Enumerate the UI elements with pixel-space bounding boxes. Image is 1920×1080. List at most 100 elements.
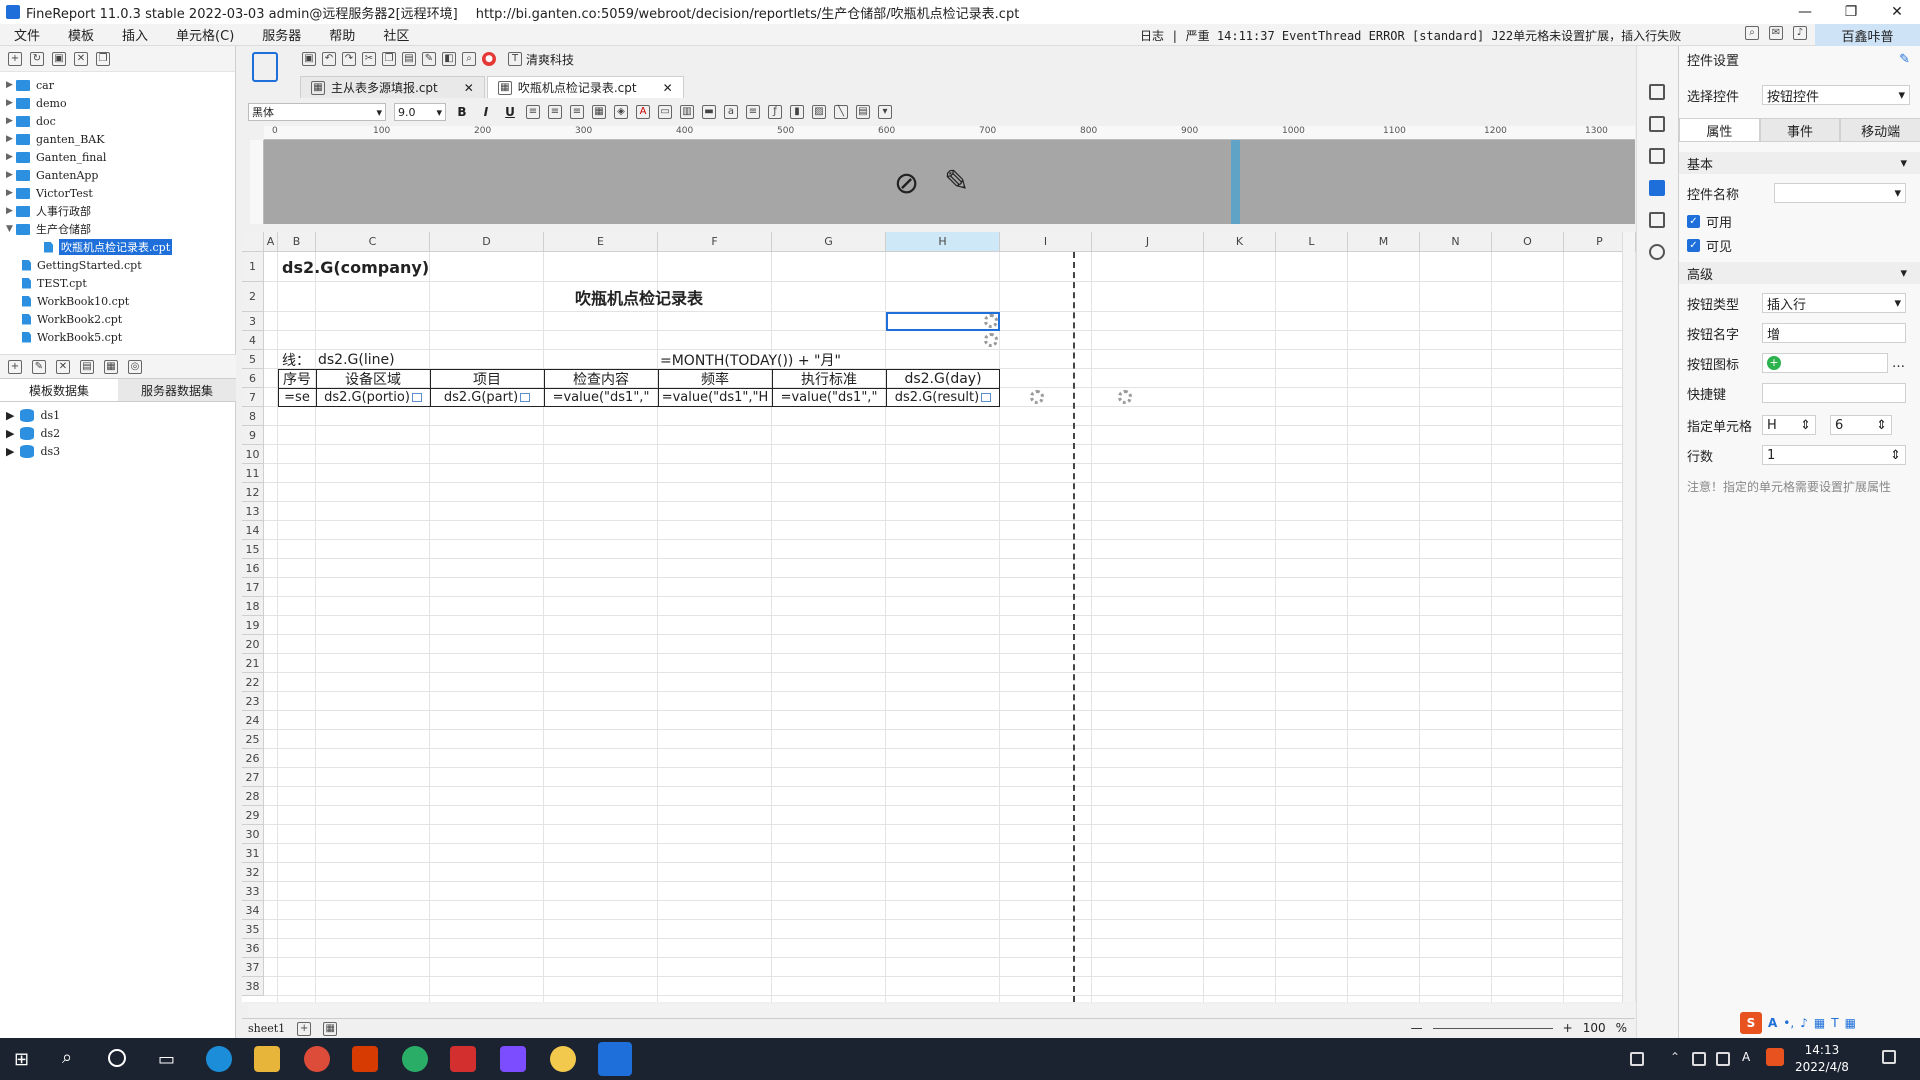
data-column-icon[interactable]: [1649, 212, 1665, 228]
copy-icon[interactable]: ❐: [96, 51, 110, 66]
gear-icon[interactable]: [984, 314, 998, 328]
tree-item[interactable]: GettingStarted.cpt: [0, 256, 235, 274]
search-icon[interactable]: ⌕: [1745, 26, 1759, 40]
horizontal-scrollbar[interactable]: [248, 1004, 1635, 1018]
font-size-select[interactable]: 9.0 ▾: [394, 103, 446, 121]
condition-attribute-icon[interactable]: [1649, 116, 1665, 132]
spinner-icon[interactable]: ⇕: [1800, 418, 1811, 433]
search-replace-icon[interactable]: ⌕: [462, 52, 476, 66]
expand-arrow-icon[interactable]: ▶: [6, 170, 16, 180]
tree-item[interactable]: ▶ car: [0, 76, 235, 94]
tree-item[interactable]: ▶ 人事行政部: [0, 202, 235, 220]
edit-icon[interactable]: ✎: [1899, 52, 1910, 67]
notification-icon[interactable]: ●: [482, 52, 496, 66]
maximize-button[interactable]: ❐: [1828, 0, 1874, 24]
tree-item[interactable]: TEST.cpt: [0, 274, 235, 292]
row-header[interactable]: 13: [242, 502, 264, 521]
skin-icon[interactable]: T: [1831, 1016, 1838, 1030]
sheet-tab[interactable]: sheet1: [248, 1022, 285, 1035]
row-header[interactable]: 9: [242, 426, 264, 445]
row-header[interactable]: 30: [242, 825, 264, 844]
tab-template-datasets[interactable]: 模板数据集: [0, 379, 118, 401]
expand-arrow-icon[interactable]: ▶: [6, 152, 16, 162]
cortana-icon[interactable]: [108, 1049, 126, 1067]
zoom-in-button[interactable]: +: [1563, 1021, 1573, 1035]
column-header[interactable]: F: [658, 232, 772, 252]
row-header[interactable]: 7: [242, 388, 264, 407]
gear-icon[interactable]: [1030, 390, 1044, 404]
zoom-slider[interactable]: [1432, 1027, 1553, 1029]
vertical-scrollbar[interactable]: [1622, 232, 1635, 1002]
wrap-text-icon[interactable]: ≡: [746, 105, 760, 119]
tab-document[interactable]: ▦ 主从表多源填报.cpt ✕: [300, 76, 485, 98]
preview-icon[interactable]: ◧: [442, 52, 456, 66]
notification-center-icon[interactable]: [1882, 1050, 1896, 1064]
delete-dataset-icon[interactable]: ✕: [56, 359, 70, 374]
font-color-icon[interactable]: A: [636, 105, 650, 119]
new-folder-icon[interactable]: +: [8, 51, 22, 66]
row-header[interactable]: 6: [242, 369, 264, 388]
more-options-button[interactable]: …: [1892, 356, 1905, 371]
row-header[interactable]: 20: [242, 635, 264, 654]
widget-settings-icon[interactable]: [1649, 180, 1665, 196]
file-explorer-icon[interactable]: [254, 1046, 280, 1072]
format-painter-icon[interactable]: ✎: [422, 52, 436, 66]
row-header[interactable]: 16: [242, 559, 264, 578]
clock[interactable]: 14:13 2022/4/8: [1795, 1042, 1849, 1076]
target-cell-column-input[interactable]: H ⇕: [1762, 415, 1816, 435]
align-left-icon[interactable]: ≡: [526, 105, 540, 119]
column-header[interactable]: E: [544, 232, 658, 252]
hyperlink-icon[interactable]: [1649, 244, 1665, 260]
office-icon[interactable]: [352, 1046, 378, 1072]
punctuation-icon[interactable]: •,: [1783, 1016, 1794, 1030]
brand-button[interactable]: T 清爽科技: [508, 51, 574, 68]
row-header[interactable]: 36: [242, 939, 264, 958]
finereport-taskbar-icon[interactable]: [598, 1042, 632, 1076]
row-header[interactable]: 25: [242, 730, 264, 749]
expand-arrow-icon[interactable]: ▶: [6, 116, 16, 126]
ime-indicator[interactable]: A: [1742, 1050, 1750, 1064]
tree-item[interactable]: ▶ doc: [0, 112, 235, 130]
hotkey-input[interactable]: [1762, 383, 1906, 403]
save-icon[interactable]: ▣: [302, 52, 316, 66]
border-icon[interactable]: ▦: [592, 105, 606, 119]
edge-icon[interactable]: [206, 1046, 232, 1072]
visible-checkbox-row[interactable]: ✓ 可见: [1687, 234, 1913, 256]
row-header[interactable]: 14: [242, 521, 264, 540]
row-count-input[interactable]: 1 ⇕: [1762, 445, 1906, 465]
tree-item[interactable]: ▶ VictorTest: [0, 184, 235, 202]
menu-file[interactable]: 文件: [0, 25, 54, 44]
more-icon[interactable]: ▾: [878, 105, 892, 119]
split-cell-icon[interactable]: ▥: [680, 105, 694, 119]
spinner-icon[interactable]: ⇕: [1876, 418, 1887, 433]
column-header[interactable]: J: [1092, 232, 1204, 252]
keyboard-icon[interactable]: ▦: [1814, 1016, 1825, 1030]
row-header[interactable]: 26: [242, 749, 264, 768]
column-header[interactable]: H: [886, 232, 1000, 252]
row-header[interactable]: 38: [242, 977, 264, 996]
database-icon[interactable]: ◎: [128, 359, 142, 374]
row-header[interactable]: 22: [242, 673, 264, 692]
search-icon[interactable]: ⌕: [62, 1047, 72, 1068]
image-icon[interactable]: ▨: [812, 105, 826, 119]
tree-item[interactable]: WorkBook10.cpt: [0, 292, 235, 310]
tree-item[interactable]: ▶ GantenApp: [0, 166, 235, 184]
row-header[interactable]: 23: [242, 692, 264, 711]
row-header[interactable]: 3: [242, 312, 264, 331]
expand-arrow-icon[interactable]: ▶: [6, 188, 16, 198]
row-header[interactable]: 33: [242, 882, 264, 901]
row-header[interactable]: 4: [242, 331, 264, 350]
row-header[interactable]: 34: [242, 901, 264, 920]
check-icon[interactable]: ✓: [1687, 214, 1700, 228]
menu-cell[interactable]: 单元格(C): [162, 25, 248, 44]
row-header[interactable]: 24: [242, 711, 264, 730]
widget-name-select[interactable]: ▾: [1774, 183, 1906, 203]
gear-icon[interactable]: [984, 333, 998, 347]
minimize-button[interactable]: —: [1782, 0, 1828, 24]
row-header[interactable]: 11: [242, 464, 264, 483]
sogou-ime-icon[interactable]: S: [1740, 1012, 1762, 1034]
log-message[interactable]: 日志 | 严重 14:11:37 EventThread ERROR [stan…: [1140, 27, 1681, 44]
chevron-up-icon[interactable]: ⌃: [1670, 1050, 1680, 1064]
tree-item[interactable]: ▶ Ganten_final: [0, 148, 235, 166]
cell-line-value[interactable]: ds2.G(line): [316, 350, 544, 369]
